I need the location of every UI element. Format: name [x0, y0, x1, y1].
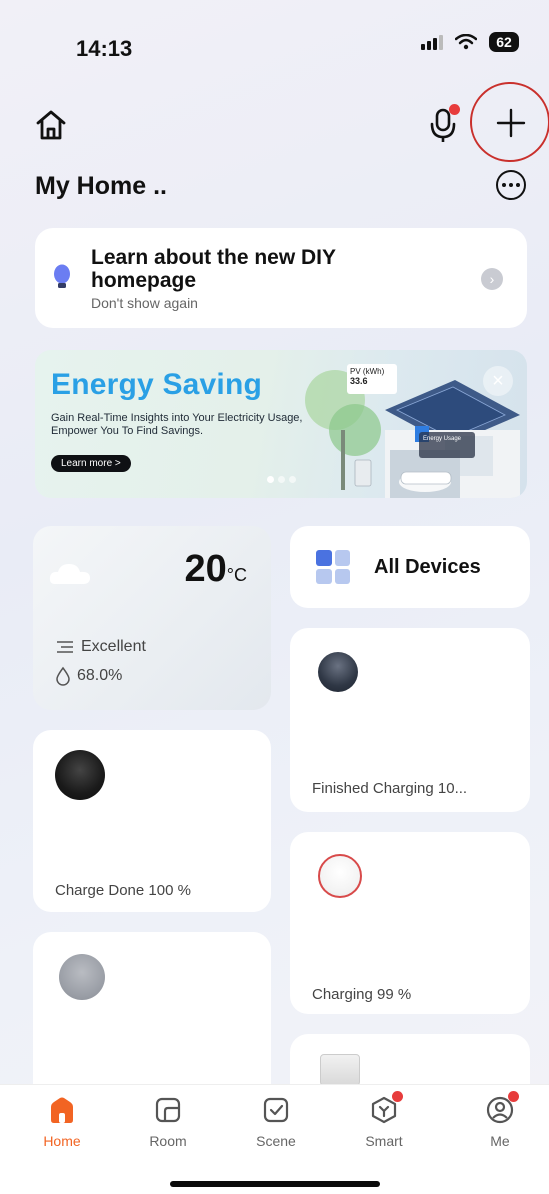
page-title[interactable]: My Home ..	[35, 172, 167, 201]
device-status: Charging 99 %	[312, 986, 412, 1003]
energy-usage-tag: Energy Usage	[419, 432, 475, 458]
device-status: Finished Charging 10...	[312, 780, 468, 797]
robot-vacuum-image	[318, 854, 362, 898]
cloud-icon	[49, 564, 90, 584]
status-indicators: 62	[421, 32, 519, 52]
scene-icon	[263, 1097, 289, 1123]
more-options-button[interactable]	[496, 170, 526, 200]
robot-vacuum-image	[55, 750, 105, 800]
room-icon	[155, 1097, 181, 1123]
tab-me-label: Me	[490, 1133, 510, 1149]
notification-dot	[392, 1091, 403, 1102]
wifi-icon	[455, 34, 477, 50]
humidity-drop-icon	[56, 666, 70, 686]
robot-vacuum-image	[318, 652, 358, 692]
robot-vacuum-image	[59, 954, 105, 1000]
close-icon[interactable]: ×	[483, 366, 513, 396]
device-card[interactable]: Finished Charging 10...	[290, 628, 530, 812]
station-image	[320, 1054, 360, 1086]
all-devices-card[interactable]: All Devices	[290, 526, 530, 608]
tab-smart[interactable]: Smart	[344, 1091, 424, 1149]
tab-scene-label: Scene	[256, 1133, 296, 1149]
notification-dot	[508, 1091, 519, 1102]
air-quality-icon	[57, 641, 73, 653]
plus-icon	[496, 108, 526, 138]
air-quality-value: Excellent	[81, 638, 146, 655]
temperature: 20°C	[184, 548, 247, 590]
tab-me[interactable]: Me	[460, 1091, 540, 1149]
home-icon	[51, 1097, 73, 1123]
lightbulb-icon	[54, 264, 70, 288]
dont-show-again-link[interactable]: Don't show again	[91, 295, 198, 311]
tip-title: Learn about the new DIY homepage	[91, 246, 336, 292]
pv-label: PV	[350, 367, 361, 376]
humidity: 68.0%	[55, 666, 122, 686]
learn-more-button[interactable]: Learn more >	[51, 455, 131, 472]
air-quality: Excellent	[55, 638, 146, 656]
add-button[interactable]	[470, 82, 549, 162]
all-devices-label: All Devices	[374, 556, 481, 578]
chevron-right-icon[interactable]: ›	[481, 268, 503, 290]
bottom-navigation: Home Room Scene Smart Me	[0, 1084, 549, 1194]
humidity-value: 68.0%	[77, 667, 123, 684]
microphone-button[interactable]	[426, 104, 462, 144]
device-card[interactable]: Charge Done 100 %	[33, 730, 271, 912]
tab-room-label: Room	[149, 1133, 187, 1149]
pv-value: 33.6	[350, 376, 368, 386]
energy-saving-banner[interactable]: Energy Saving Gain Real-Time Insights in…	[35, 350, 527, 498]
battery-indicator: 62	[489, 32, 519, 52]
banner-description: Gain Real-Time Insights into Your Electr…	[51, 412, 303, 437]
tab-room[interactable]: Room	[128, 1095, 208, 1149]
home-indicator	[170, 1181, 380, 1187]
carousel-indicator	[267, 476, 296, 483]
signal-icon	[421, 34, 443, 50]
home-icon[interactable]	[34, 108, 68, 142]
devices-grid-icon	[316, 550, 350, 584]
tab-home-label: Home	[43, 1133, 81, 1149]
notification-dot	[449, 104, 460, 115]
weather-card[interactable]: 20°C Excellent 68.0%	[33, 526, 271, 710]
diy-homepage-tip-card[interactable]: Learn about the new DIY homepage Don't s…	[35, 228, 527, 328]
pv-readout: PV (kWh) 33.6	[347, 364, 397, 394]
status-time: 14:13	[76, 36, 133, 61]
device-card[interactable]: Charging 99 %	[290, 832, 530, 1014]
tab-home[interactable]: Home	[22, 1095, 102, 1149]
device-status: Charge Done 100 %	[55, 882, 191, 899]
pv-unit: (kWh)	[362, 367, 385, 376]
banner-title: Energy Saving	[51, 368, 263, 401]
tab-smart-label: Smart	[365, 1133, 403, 1149]
tab-scene[interactable]: Scene	[236, 1095, 316, 1149]
